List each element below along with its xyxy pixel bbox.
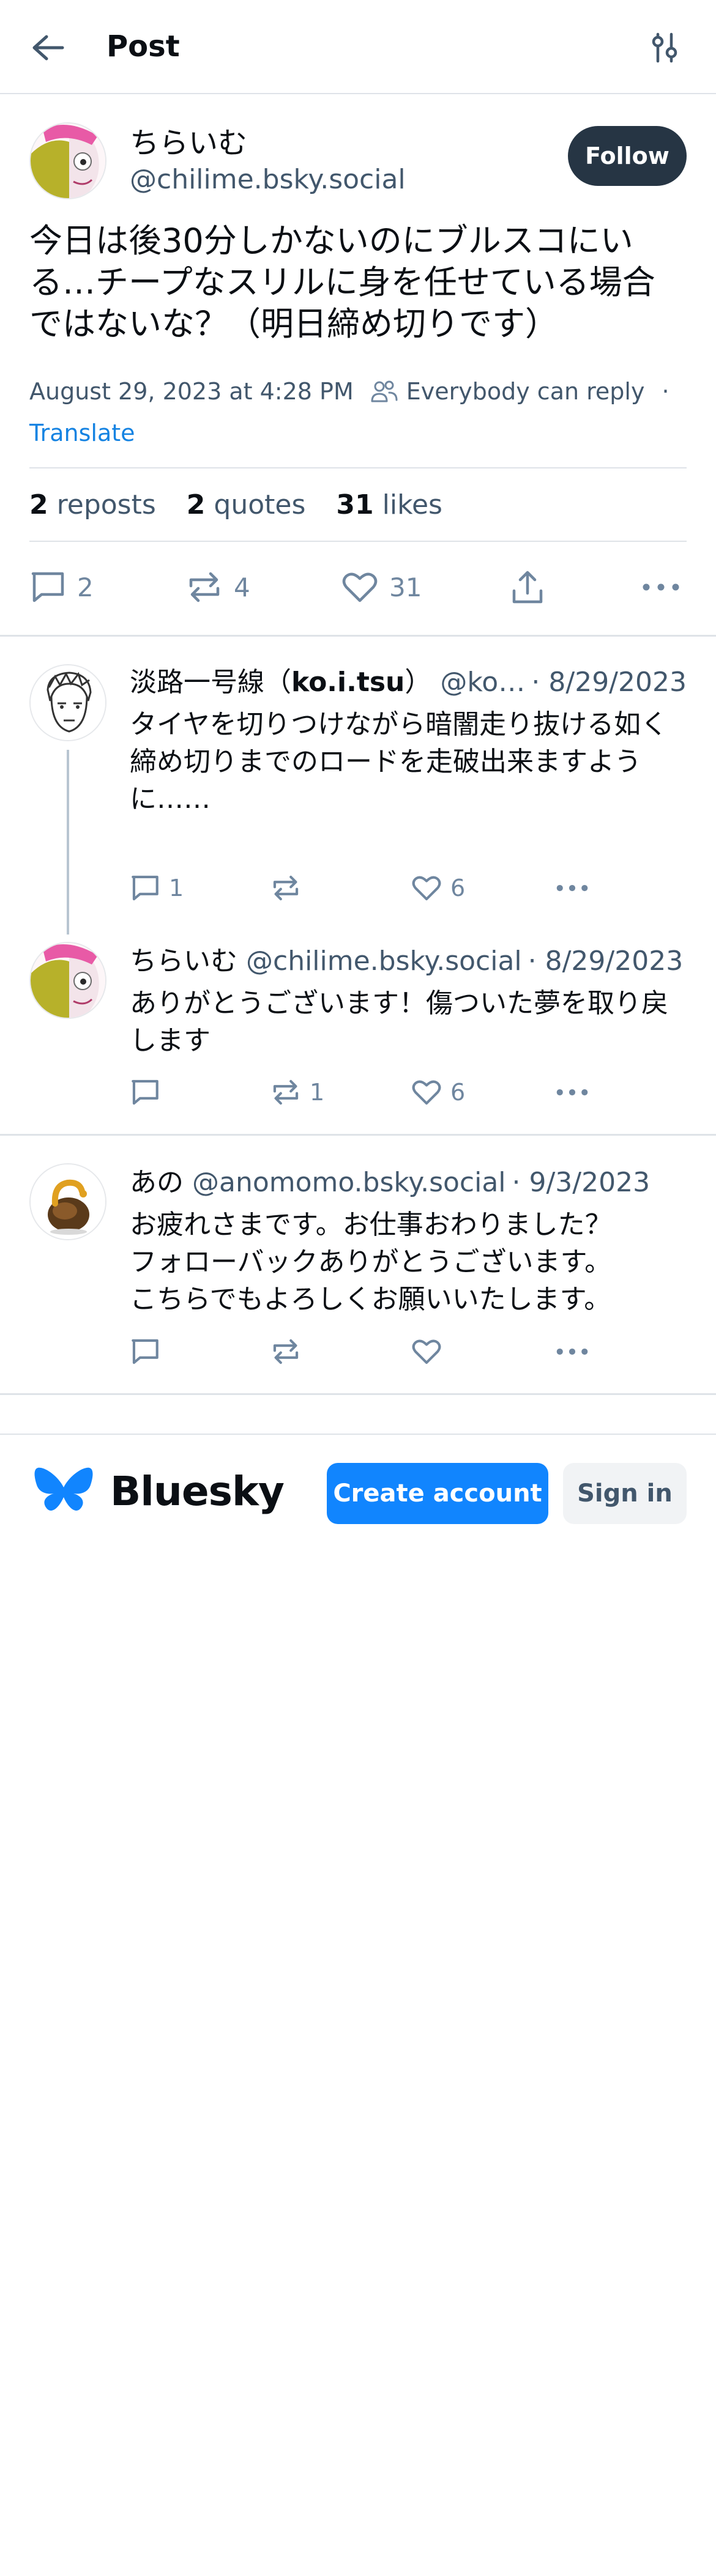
share-button[interactable] bbox=[509, 563, 546, 612]
heart-icon bbox=[412, 876, 441, 901]
repost-button[interactable] bbox=[270, 868, 310, 908]
reply-author-name[interactable]: あの bbox=[130, 1164, 184, 1201]
reply-icon bbox=[132, 875, 158, 901]
more-icon bbox=[556, 884, 588, 892]
repost-icon bbox=[273, 875, 299, 901]
reply-avatar[interactable] bbox=[29, 1163, 106, 1240]
more-icon bbox=[556, 1089, 588, 1096]
brand[interactable]: Bluesky bbox=[33, 1464, 285, 1518]
reply-icon bbox=[31, 572, 64, 602]
translate-link[interactable]: Translate bbox=[29, 416, 135, 450]
reply-text: ありがとうございます！傷ついた夢を取り戻します bbox=[130, 988, 668, 1056]
signup-footer: Bluesky Create account Sign in bbox=[0, 1434, 716, 1547]
share-icon bbox=[512, 571, 543, 604]
more-icon bbox=[643, 583, 679, 591]
reply-text: タイヤを切りつけながら暗闇走り抜ける如く 締め切りまでのロードを走破出来ますよう… bbox=[130, 709, 668, 815]
back-button[interactable] bbox=[29, 27, 78, 68]
thread-settings-button[interactable] bbox=[643, 27, 687, 68]
reply-button[interactable] bbox=[130, 1332, 169, 1371]
reply-actions: 1 6 bbox=[130, 868, 687, 908]
reply-date[interactable]: · 9/3/2023 bbox=[512, 1164, 651, 1201]
heart-icon bbox=[412, 1339, 441, 1364]
post-timestamp[interactable]: August 29, 2023 at 4:28 PM bbox=[29, 374, 354, 409]
reply-text: お疲れさまです。お仕事おわりました？ フォローバックありがとうございます。 こち… bbox=[130, 1209, 612, 1315]
author-handle[interactable]: @chilime.bsky.social bbox=[130, 161, 406, 198]
post-stats: 2 reposts 2 quotes 31 likes bbox=[29, 487, 473, 524]
likes-stat[interactable]: 31 likes bbox=[336, 487, 442, 524]
divider bbox=[29, 467, 687, 468]
reply-icon bbox=[132, 1079, 158, 1105]
reply-author-name[interactable]: 淡路一号線（ko.i.tsu） bbox=[130, 664, 431, 701]
divider bbox=[0, 1134, 716, 1136]
reply-date[interactable]: · 8/29/2023 bbox=[531, 664, 687, 701]
reply-button[interactable]: 2 bbox=[29, 563, 94, 612]
reply-author-name[interactable]: ちらいむ bbox=[130, 943, 237, 980]
heart-icon bbox=[342, 572, 378, 602]
reply-header: ちらいむ @chilime.bsky.social · 8/29/2023 bbox=[130, 943, 687, 980]
repost-button[interactable]: 4 bbox=[186, 563, 250, 612]
repost-button[interactable] bbox=[270, 1332, 310, 1371]
page-title: Post bbox=[106, 29, 180, 64]
repost-icon bbox=[189, 572, 220, 602]
post-meta: August 29, 2023 at 4:28 PM Everybody can… bbox=[29, 374, 669, 409]
reply-actions: 1 6 bbox=[130, 1073, 687, 1112]
author-name[interactable]: ちらいむ bbox=[130, 124, 247, 163]
reply-header: 淡路一号線（ko.i.tsu） @koitsu.bsky.social · 8/… bbox=[130, 664, 687, 701]
more-button[interactable] bbox=[556, 1332, 589, 1371]
divider bbox=[0, 1393, 716, 1395]
divider bbox=[0, 635, 716, 637]
reply-button[interactable]: 1 bbox=[130, 868, 184, 908]
meta-separator: · bbox=[662, 378, 669, 405]
more-button[interactable] bbox=[641, 563, 681, 612]
reply-author-handle[interactable]: @koitsu.bsky.social bbox=[440, 664, 525, 701]
more-button[interactable] bbox=[556, 868, 589, 908]
brand-name: Bluesky bbox=[110, 1467, 285, 1515]
reply-avatar[interactable] bbox=[29, 942, 106, 1019]
sign-in-button[interactable]: Sign in bbox=[563, 1463, 687, 1524]
people-icon bbox=[371, 379, 398, 404]
post-text: 今日は後30分しかないのにブルスコにいる…チープなスリルに身を任せている場合では… bbox=[29, 221, 655, 343]
reply-author-handle[interactable]: @anomomo.bsky.social bbox=[192, 1164, 506, 1201]
reply-author-handle[interactable]: @chilime.bsky.social bbox=[246, 943, 522, 980]
sliders-icon bbox=[652, 32, 677, 63]
reply-actions bbox=[130, 1332, 687, 1371]
reply-icon bbox=[132, 1339, 158, 1364]
quotes-stat[interactable]: 2 quotes bbox=[187, 487, 306, 524]
butterfly-logo-icon bbox=[34, 1467, 93, 1511]
reply-date[interactable]: · 8/29/2023 bbox=[528, 943, 684, 980]
heart-icon bbox=[412, 1080, 441, 1105]
more-icon bbox=[556, 1348, 588, 1355]
repost-button[interactable]: 1 bbox=[270, 1073, 324, 1112]
repost-icon bbox=[273, 1079, 299, 1105]
like-button[interactable]: 31 bbox=[341, 563, 422, 612]
follow-button[interactable]: Follow bbox=[568, 126, 687, 186]
top-bar: Post bbox=[0, 0, 716, 94]
like-button[interactable]: 6 bbox=[411, 868, 465, 908]
reposts-stat[interactable]: 2 reposts bbox=[29, 487, 156, 524]
more-button[interactable] bbox=[556, 1073, 589, 1112]
repost-icon bbox=[273, 1339, 299, 1364]
like-button[interactable]: 6 bbox=[411, 1073, 465, 1112]
reply-avatar[interactable] bbox=[29, 664, 106, 741]
divider bbox=[29, 541, 687, 542]
create-account-button[interactable]: Create account bbox=[327, 1463, 548, 1524]
reply-button[interactable] bbox=[130, 1073, 169, 1112]
like-button[interactable] bbox=[411, 1332, 450, 1371]
thread-line bbox=[67, 750, 69, 935]
arrow-left-icon bbox=[32, 35, 64, 61]
reply-setting: Everybody can reply bbox=[406, 378, 645, 405]
reply-header: あの @anomomo.bsky.social · 9/3/2023 bbox=[130, 1164, 687, 1201]
post-actions: 2 4 31 bbox=[29, 563, 687, 612]
author-avatar[interactable] bbox=[29, 122, 106, 199]
